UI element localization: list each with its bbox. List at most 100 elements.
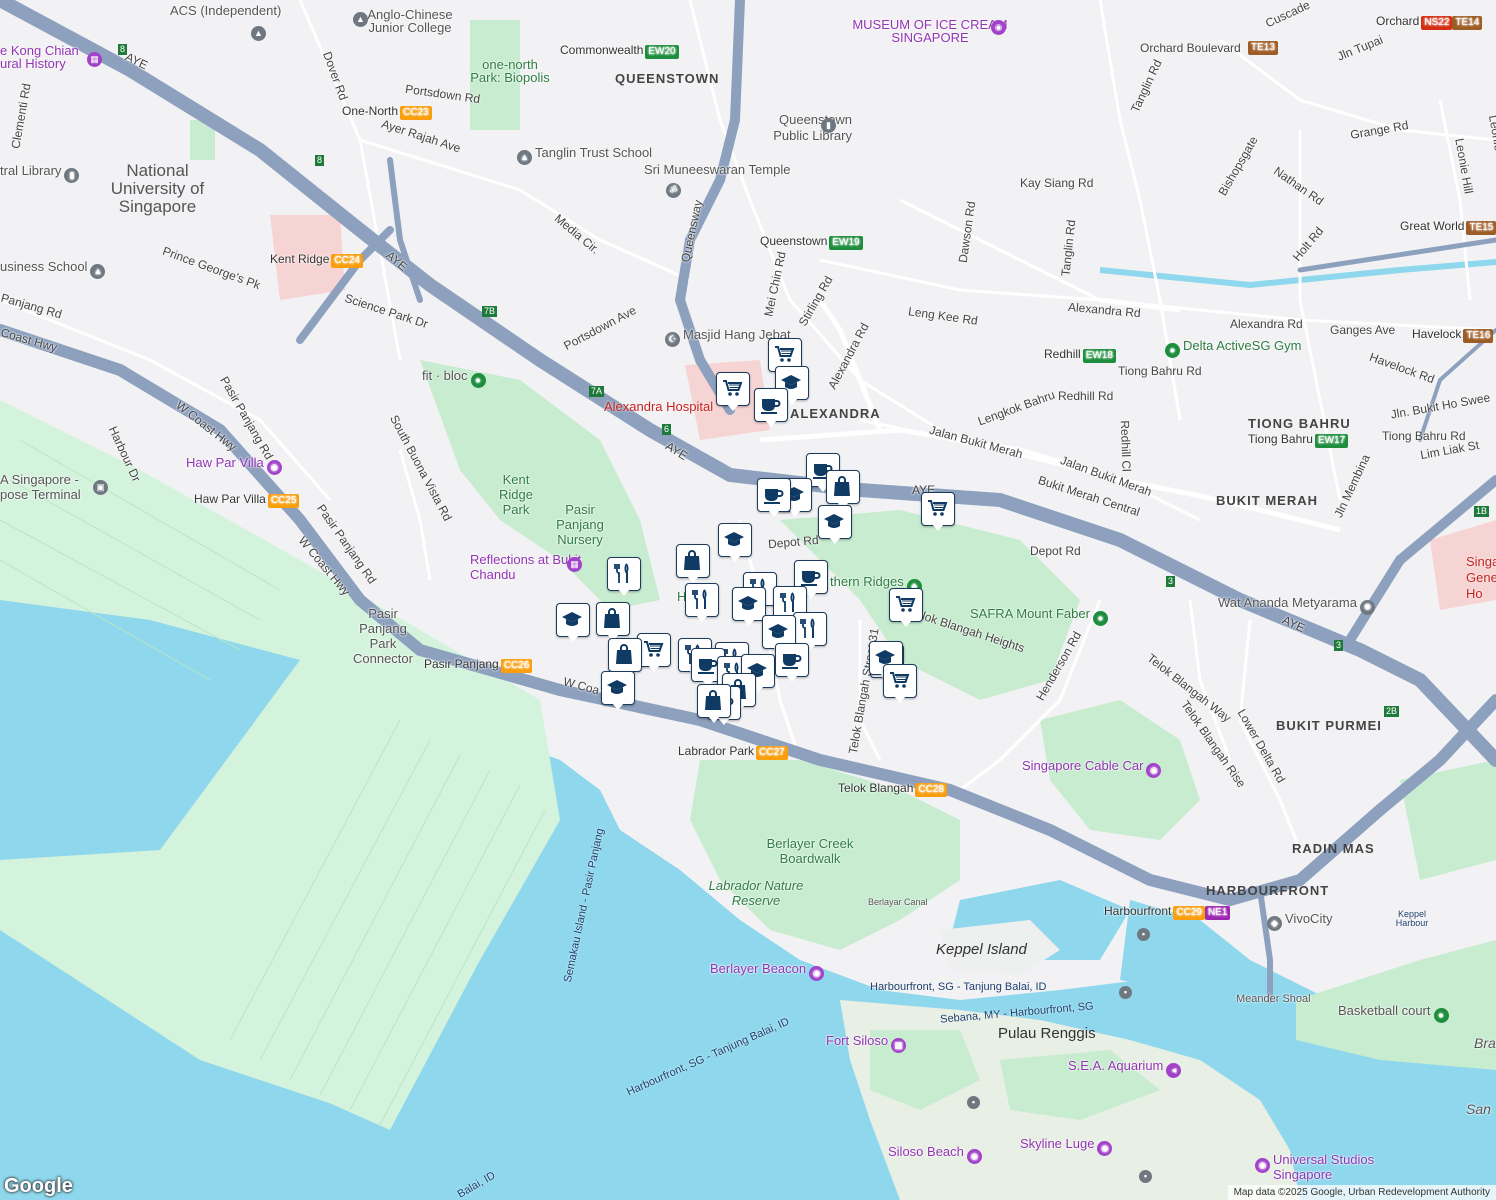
label-acs: ACS (Independent): [170, 3, 282, 18]
gym-icon: ●: [1165, 343, 1180, 358]
museum-icon: ▦: [567, 557, 582, 572]
place-national-library[interactable]: tral Library ▮: [0, 164, 82, 183]
shop-icon: [684, 550, 700, 570]
marker-cart[interactable]: [889, 588, 923, 628]
marker-shop[interactable]: [697, 684, 731, 724]
road-ganges: Ganges Ave: [1330, 323, 1396, 337]
marker-cart[interactable]: [921, 492, 955, 532]
cart-icon: [896, 596, 916, 612]
road-tiong-bahru-rd-2: Tiong Bahru Rd: [1382, 429, 1466, 443]
exit-badge: 2B: [1384, 706, 1400, 717]
district-alexandra: ALEXANDRA: [790, 406, 881, 421]
place-vivocity[interactable]: ◆ VivoCity: [1264, 912, 1332, 931]
place-fit-bloc[interactable]: fit · bloc ●: [422, 369, 489, 388]
cart-icon: [723, 380, 743, 396]
mosque-icon: ☪: [665, 332, 680, 347]
marker-food[interactable]: [685, 583, 719, 623]
place-san: San: [1466, 1101, 1491, 1117]
attraction-universal[interactable]: ◉ Universal Studios Singapore: [1252, 1152, 1402, 1182]
museum-icon: ▦: [87, 52, 102, 67]
hospital-alexandra[interactable]: Alexandra Hospital: [604, 400, 713, 413]
station-pasir-panjang[interactable]: Pasir Panjang CC26: [424, 658, 533, 673]
attraction-haw-par-villa[interactable]: Haw Par Villa ◉: [186, 456, 285, 475]
marker-shop[interactable]: [826, 470, 860, 510]
road-redhill-cl: Redhill Cl: [1117, 420, 1134, 472]
cart-icon: [775, 346, 795, 362]
camera-icon: ◉: [991, 20, 1006, 35]
cart-icon: [890, 672, 910, 688]
station-orchard[interactable]: Orchard NS22 TE14: [1376, 15, 1483, 30]
ferry-route-1: Harbourfront, SG - Tanjung Balai, ID: [870, 981, 1047, 993]
marker-school[interactable]: [718, 523, 752, 563]
marker-cafe[interactable]: [754, 388, 788, 428]
exit-badge: 6: [662, 424, 672, 435]
attraction-fort-siloso[interactable]: Fort Siloso ▦: [826, 1034, 909, 1053]
marker-school[interactable]: [556, 603, 590, 643]
park-delta-activesg[interactable]: ● Delta ActiveSG Gym: [1162, 339, 1301, 358]
station-telok-blangah[interactable]: Telok Blangah CC28: [838, 782, 947, 797]
shopping-icon: ◆: [1267, 916, 1282, 931]
shop-icon: [604, 608, 620, 628]
attraction-cable-car[interactable]: Singapore Cable Car ◉: [1022, 759, 1164, 778]
camera-icon: ◉: [966, 1149, 982, 1164]
road-orchard-blvd: Orchard Boulevard: [1140, 41, 1241, 55]
place-basketball[interactable]: Basketball court ●: [1338, 1004, 1452, 1023]
museum-icon: ▦: [891, 1038, 907, 1053]
place-tanglin-trust[interactable]: ▲ Tanglin Trust School: [514, 146, 652, 165]
school-icon: [824, 514, 844, 528]
station-one-north[interactable]: One-North CC23: [342, 105, 432, 120]
map-canvas[interactable]: National University of Singapore e Kong …: [0, 0, 1496, 1200]
school-icon: [724, 532, 744, 546]
marker-cafe[interactable]: [757, 478, 791, 518]
station-great-world[interactable]: Great World TE15: [1400, 220, 1496, 235]
place-business-school[interactable]: usiness School ▲: [0, 260, 108, 279]
marker-school[interactable]: [732, 587, 766, 627]
station-harbourfront[interactable]: Harbourfront CC29 NE1: [1104, 905, 1231, 920]
marker-cafe[interactable]: [775, 643, 809, 683]
attraction-siloso-beach[interactable]: Siloso Beach ◉: [888, 1145, 985, 1164]
aquarium-icon: ◂: [1166, 1063, 1182, 1078]
station-queenstown[interactable]: Queenstown EW19: [760, 235, 863, 250]
exit-badge: 7A: [589, 386, 605, 397]
shop-icon: [834, 476, 850, 496]
food-icon: [780, 592, 795, 612]
marker-cart[interactable]: [637, 633, 671, 673]
station-commonwealth[interactable]: Commonwealth EW20: [560, 44, 679, 59]
station-orchard-blvd[interactable]: TE13: [1246, 40, 1278, 55]
marker-shop[interactable]: [676, 544, 710, 584]
attraction-berlayer-beacon[interactable]: Berlayer Beacon ◉: [710, 962, 827, 981]
district-radin-mas: RADIN MAS: [1292, 841, 1375, 856]
cafe-icon: [801, 571, 821, 586]
station-havelock[interactable]: Havelock TE16: [1412, 328, 1494, 343]
map-attribution[interactable]: Map data ©2025 Google, Urban Redevelopme…: [1227, 1185, 1496, 1200]
school-icon: [562, 612, 582, 626]
station-redhill[interactable]: Redhill EW18: [1044, 348, 1116, 363]
station-haw-par[interactable]: Haw Par Villa CC25: [194, 493, 300, 508]
cart-icon: [928, 500, 948, 516]
station-labrador[interactable]: Labrador Park CC27: [678, 745, 788, 760]
bus-icon: ▪: [967, 1096, 980, 1109]
marker-food[interactable]: [607, 557, 641, 597]
marker-cart[interactable]: [883, 664, 917, 704]
park-safra[interactable]: SAFRA Mount Faber ●: [970, 607, 1111, 626]
marker-cart[interactable]: [716, 372, 750, 412]
place-queenstown-library[interactable]: Queenstown Public Library: [752, 112, 852, 144]
marker-shop[interactable]: [596, 602, 630, 642]
food-icon: [614, 563, 629, 583]
marker-school[interactable]: [818, 505, 852, 545]
marker-school[interactable]: [601, 671, 635, 711]
attraction-sea-aquarium[interactable]: S.E.A. Aquarium ◂: [1068, 1059, 1184, 1078]
station-tiong-bahru[interactable]: Tiong Bahru EW17: [1248, 433, 1349, 448]
school-icon: [768, 624, 788, 638]
bus-icon: ▪: [1137, 928, 1150, 941]
cafe-icon: [698, 659, 718, 674]
station-kent-ridge[interactable]: Kent Ridge CC24: [270, 253, 363, 268]
place-pasir-panjang-nursery: Pasir Panjang Nursery: [556, 502, 604, 547]
attraction-skyline-luge[interactable]: Skyline Luge ◉: [1020, 1137, 1115, 1156]
place-bra: Bra: [1474, 1035, 1496, 1051]
place-wat-ananda[interactable]: Wat Ananda Metyarama ✺: [1218, 596, 1378, 615]
district-tiong-bahru: TIONG BAHRU: [1248, 416, 1351, 431]
district-bukit-purmei: BUKIT PURMEI: [1276, 718, 1382, 733]
place-sri-munee[interactable]: Sri Muneeswaran Temple ॐ: [644, 162, 824, 198]
road-kay-siang: Kay Siang Rd: [1020, 176, 1094, 190]
